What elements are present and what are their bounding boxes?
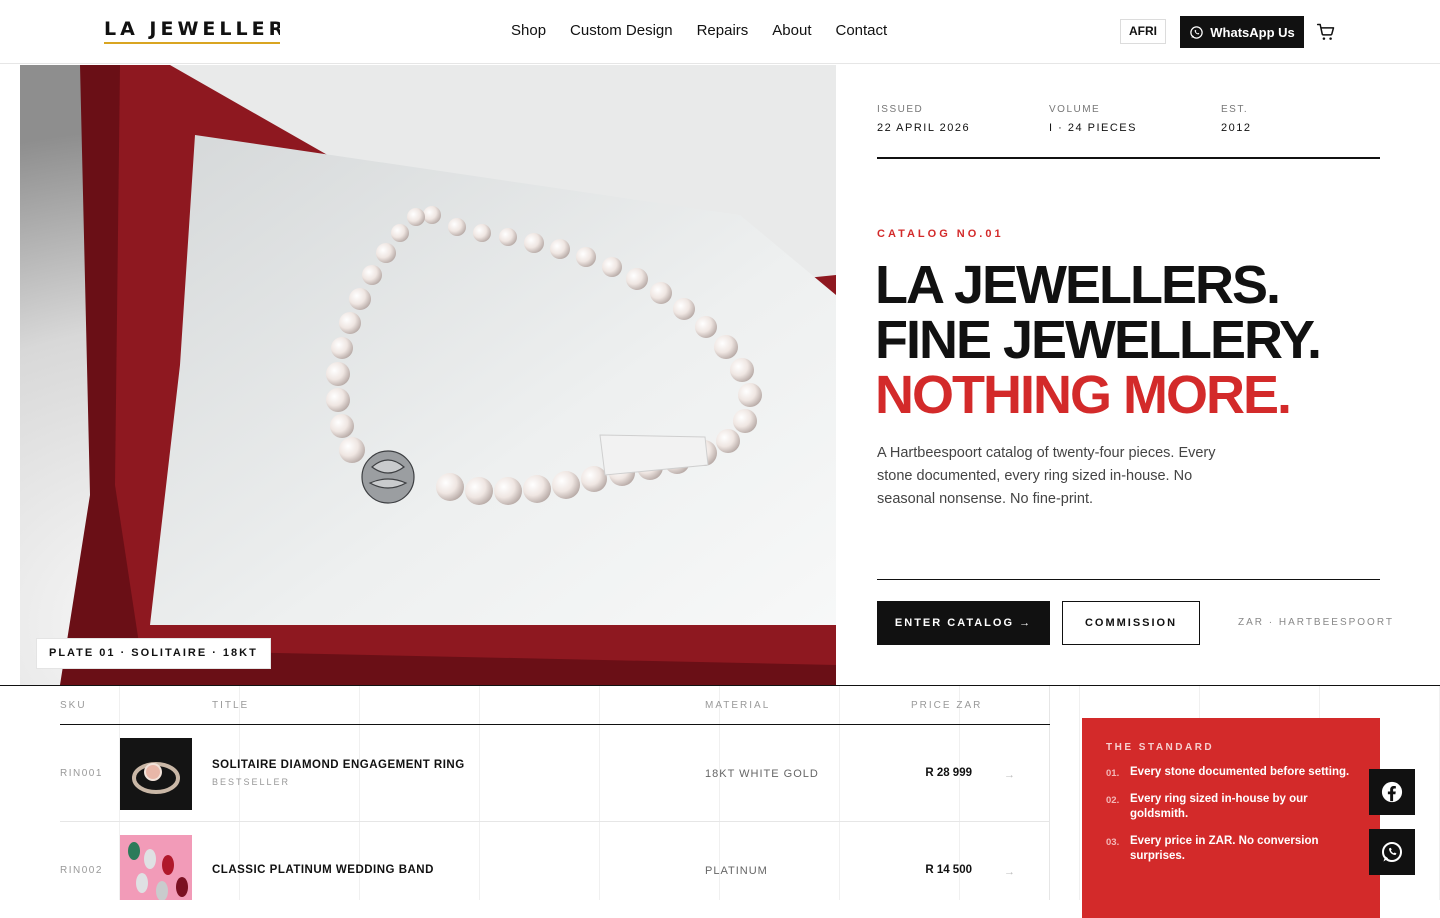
row-title[interactable]: SOLITAIRE DIAMOND ENGAGEMENT RING bbox=[212, 759, 465, 771]
earrings-thumbnail bbox=[128, 842, 188, 900]
whatsapp-icon bbox=[1382, 842, 1402, 862]
nav-contact[interactable]: Contact bbox=[835, 22, 887, 39]
row-arrow-icon[interactable]: → bbox=[1004, 866, 1015, 878]
nav-repairs[interactable]: Repairs bbox=[697, 22, 749, 39]
row-badge-bestseller: BESTSELLER bbox=[212, 777, 291, 787]
hero-headline: LA JEWELLERS. FINE JEWELLERY. NOTHING MO… bbox=[875, 258, 1415, 423]
enter-catalog-button[interactable]: ENTER CATALOG → bbox=[877, 601, 1050, 645]
cart-icon[interactable] bbox=[1316, 22, 1336, 42]
column-material: MATERIAL bbox=[705, 700, 771, 711]
meta-established-value: 2012 bbox=[1221, 122, 1252, 134]
standard-item: 02. Every ring sized in-house by our gol… bbox=[1106, 792, 1356, 822]
row-material: 18KT WHITE GOLD bbox=[705, 768, 819, 780]
column-price: PRICE ZAR bbox=[911, 700, 983, 711]
cta-divider bbox=[877, 579, 1380, 580]
rose-clasp bbox=[361, 450, 415, 504]
table-row[interactable]: RIN001 SOLITAIRE DIAMOND ENGAGEMENT RING… bbox=[60, 725, 1050, 822]
whatsapp-button[interactable]: WhatsApp Us bbox=[1180, 16, 1304, 48]
row-arrow-icon[interactable]: → bbox=[1004, 769, 1015, 781]
standard-item-number: 01. bbox=[1106, 768, 1120, 779]
whatsapp-float-button[interactable] bbox=[1369, 829, 1415, 875]
standard-item-number: 03. bbox=[1106, 837, 1120, 848]
commission-button[interactable]: COMMISSION bbox=[1062, 601, 1200, 645]
standard-item-number: 02. bbox=[1106, 795, 1120, 806]
facebook-float-button[interactable] bbox=[1369, 769, 1415, 815]
site-logo[interactable]: LA JEWELLERS bbox=[104, 18, 280, 44]
column-title: TITLE bbox=[212, 700, 250, 711]
standard-item-text: Every price in ZAR. No conversion surpri… bbox=[1130, 835, 1319, 862]
table-header: SKU TITLE MATERIAL PRICE ZAR bbox=[60, 686, 1050, 725]
diamond-ring-thumbnail bbox=[132, 762, 180, 794]
hero-description: A Hartbeespoort catalog of twenty-four p… bbox=[877, 445, 1216, 507]
catalog-meta: ISSUED 22 APRIL 2026 VOLUME I · 24 PIECE… bbox=[877, 104, 1380, 159]
product-thumbnail-earrings[interactable] bbox=[120, 835, 192, 900]
standard-item: 01. Every stone documented before settin… bbox=[1106, 765, 1356, 780]
meta-volume-key: VOLUME bbox=[1049, 104, 1101, 115]
row-price: R 28 999 bbox=[925, 767, 972, 779]
row-sku: RIN002 bbox=[60, 865, 103, 876]
standard-title: THE STANDARD bbox=[1106, 742, 1215, 753]
meta-volume: VOLUME I · 24 PIECES bbox=[1049, 104, 1137, 134]
meta-issued-key: ISSUED bbox=[877, 104, 924, 115]
meta-established-key: EST. bbox=[1221, 104, 1249, 115]
product-thumbnail-ring[interactable] bbox=[120, 738, 192, 810]
whatsapp-button-label: WhatsApp Us bbox=[1210, 24, 1295, 40]
row-price: R 14 500 bbox=[925, 864, 972, 876]
the-standard-card: THE STANDARD 01. Every stone documented … bbox=[1082, 718, 1380, 918]
facebook-icon bbox=[1381, 781, 1403, 803]
standard-item: 03. Every price in ZAR. No conversion su… bbox=[1106, 834, 1356, 864]
nav-about[interactable]: About bbox=[772, 22, 811, 39]
meta-established: EST. 2012 bbox=[1221, 104, 1251, 134]
row-title[interactable]: CLASSIC PLATINUM WEDDING BAND bbox=[212, 864, 434, 876]
headline-line-3: NOTHING MORE. bbox=[875, 365, 1292, 425]
catalog-table: SKU TITLE MATERIAL PRICE ZAR RIN001 SOLI… bbox=[60, 686, 1050, 900]
hero-image-pearl-necklace: PLATE 01 · SOLITAIRE · 18KT bbox=[20, 65, 836, 685]
catalog-eyebrow: CATALOG NO.01 bbox=[877, 228, 1004, 240]
currency-location-label: ZAR · HARTBEESPOORT bbox=[1238, 617, 1394, 628]
table-row[interactable]: RIN002 CLASSIC PLATINUM WEDDING BAND PLA… bbox=[60, 822, 1050, 900]
row-sku: RIN001 bbox=[60, 768, 103, 779]
language-toggle[interactable]: AFRI bbox=[1120, 19, 1166, 44]
nav-shop[interactable]: Shop bbox=[511, 22, 546, 39]
headline-line-1: LA JEWELLERS. bbox=[875, 255, 1281, 315]
standard-item-text: Every stone documented before setting. bbox=[1130, 766, 1350, 778]
headline-line-2: FINE JEWELLERY. bbox=[875, 310, 1322, 370]
column-sku: SKU bbox=[60, 700, 87, 711]
plate-label: PLATE 01 · SOLITAIRE · 18KT bbox=[36, 638, 271, 669]
meta-issued-value: 22 APRIL 2026 bbox=[877, 122, 971, 134]
row-material: PLATINUM bbox=[705, 865, 768, 877]
meta-issued: ISSUED 22 APRIL 2026 bbox=[877, 104, 970, 134]
main-nav: Shop Custom Design Repairs About Contact bbox=[511, 22, 887, 39]
nav-custom-design[interactable]: Custom Design bbox=[570, 22, 673, 39]
site-header: LA JEWELLERS Shop Custom Design Repairs … bbox=[0, 0, 1440, 64]
meta-volume-value: I · 24 PIECES bbox=[1049, 122, 1137, 134]
standard-item-text: Every ring sized in-house by our goldsmi… bbox=[1130, 793, 1308, 820]
pearl-necklace-illustration bbox=[20, 65, 836, 685]
whatsapp-icon bbox=[1190, 25, 1203, 39]
